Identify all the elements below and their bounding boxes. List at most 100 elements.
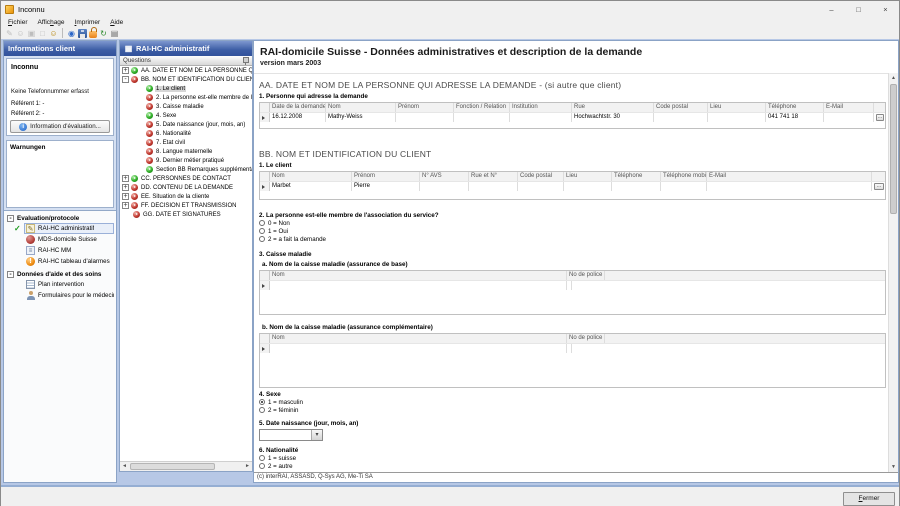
save-icon[interactable] [78,29,87,38]
grid-cell[interactable] [824,113,874,122]
copy-icon[interactable]: ▣ [27,29,36,38]
restore-button[interactable]: □ [845,1,872,17]
menu-affichage[interactable]: Affichage [33,19,70,26]
grid-cell[interactable] [564,182,612,191]
tree-item[interactable]: +EE. Situation de la cliente [120,192,252,201]
radio-icon[interactable] [259,236,265,242]
nav-item-body[interactable]: MDS-domicile Suisse [24,235,116,244]
nav-group-header[interactable]: -Données d'aide et des soins [4,267,116,279]
radio-icon[interactable] [259,228,265,234]
vertical-scrollbar[interactable]: ▲ ▼ [888,73,898,472]
close-button[interactable]: × [872,1,899,17]
grid-cell[interactable]: 041 741 18 [766,113,824,122]
horizontal-scrollbar[interactable]: ◄ ► [120,461,252,471]
tree-item[interactable]: GG. DATE ET SIGNATURES [120,210,252,219]
grid-cell[interactable]: Marbet [270,182,352,191]
dropdown-arrow-icon[interactable]: ▾ [311,430,322,440]
tree-item[interactable]: +DD. CONTENU DE LA DEMANDE [120,183,252,192]
row-selector[interactable] [260,281,270,290]
menu-imprimer[interactable]: Imprimer [70,19,106,26]
tree-item[interactable]: +FF. DECISION ET TRANSMISSION [120,201,252,210]
tree-item[interactable]: 3. Caisse maladie [120,102,252,111]
tree-item[interactable]: 8. Langue maternelle [120,147,252,156]
menu-fichier[interactable]: Fichier [3,19,33,26]
print-preview-icon[interactable]: ▤ [110,29,119,38]
row-selector[interactable] [260,113,270,122]
collapse-icon[interactable]: - [7,215,14,222]
pin-icon[interactable] [242,57,249,65]
nav-item-body[interactable]: ≡RAI-HC MM [24,246,116,255]
nav-item-body[interactable]: ✎RAI-HC administratif [24,223,114,234]
table-row[interactable] [260,280,885,290]
radio-option[interactable]: 1 = suisse [259,454,886,462]
table-row[interactable]: 16.12.2008Mathy-Weiss Hochwachtstr. 30 041… [260,112,885,122]
radio-option[interactable]: 2 = autre [259,462,886,470]
grid-cell[interactable] [518,182,564,191]
row-selector[interactable] [260,344,270,353]
grid-cell[interactable] [469,182,518,191]
edit-icon[interactable]: ✎ [5,29,14,38]
menu-aide[interactable]: Aide [105,19,128,26]
date-naissance-combobox[interactable]: ▾ [259,429,323,441]
scroll-right-button[interactable]: ► [243,462,252,471]
minimize-button[interactable]: – [818,1,845,17]
nav-item-body[interactable]: Plan intervention [24,280,116,289]
grid-cell[interactable] [612,182,661,191]
grid-cell[interactable] [707,182,872,191]
radio-option[interactable]: 2 = féminin [259,406,886,414]
contact-icon[interactable]: ☺ [16,29,25,38]
radio-option[interactable]: 0 = Non [259,219,886,227]
scroll-up-button[interactable]: ▲ [889,73,898,83]
lock-icon[interactable] [89,31,97,38]
row-more-button[interactable]: ... [876,114,884,121]
radio-icon[interactable] [259,463,265,469]
table-row[interactable] [260,343,885,353]
table-row[interactable]: MarbetPierre... [260,181,885,191]
tree-item[interactable]: Section BB Remarques supplémentaires [120,165,252,174]
radio-option[interactable]: 1 = masculin [259,398,886,406]
grid-cell[interactable] [454,113,510,122]
scroll-down-button[interactable]: ▼ [889,462,898,472]
row-more-button[interactable]: ... [874,183,884,190]
expand-icon[interactable]: + [122,202,129,209]
grid-cell[interactable]: Mathy-Weiss [326,113,396,122]
tree-item[interactable]: 9. Dernier métier pratiqué [120,156,252,165]
user-edit-icon[interactable]: ☺ [49,29,58,38]
nav-item-mds-domicile-suisse[interactable]: MDS-domicile Suisse [4,234,116,245]
collapse-icon[interactable]: - [122,76,129,83]
collapse-icon[interactable]: - [7,271,14,278]
grid-cell[interactable] [396,113,454,122]
expand-icon[interactable]: + [122,193,129,200]
grid-cell[interactable] [510,113,572,122]
tree-item[interactable]: -BB. NOM ET IDENTIFICATION DU CLIENT [120,75,252,84]
tree-item[interactable]: 6. Nationalité [120,129,252,138]
combobox-value[interactable] [260,430,311,440]
evaluation-info-button[interactable]: Information d'évaluation... [10,120,110,133]
grid-cell[interactable] [661,182,707,191]
window-icon[interactable]: □ [38,29,47,38]
refresh-icon[interactable]: ↻ [99,29,108,38]
row-selector[interactable] [260,182,270,191]
grid-cell[interactable] [420,182,469,191]
h-scrollbar-thumb[interactable] [130,463,215,470]
grid-cell[interactable] [708,113,766,122]
grid-cell[interactable]: Pierre [352,182,420,191]
radio-option[interactable]: 2 = a fait la demande [259,235,886,243]
close-form-button[interactable]: Fermer [843,492,895,506]
nav-item-rai-hc-tableau-d-alarmes[interactable]: !RAI-HC tableau d'alarmes [4,256,116,267]
radio-checked-icon[interactable] [259,399,265,405]
grid-cell[interactable] [654,113,708,122]
grid-cell[interactable]: 16.12.2008 [270,113,326,122]
compass-icon[interactable]: ◉ [67,29,76,38]
nav-item-body[interactable]: Formulaires pour le médecin [24,291,116,300]
v-scrollbar-thumb[interactable] [890,84,897,214]
tree-item[interactable]: 2. La personne est-elle membre de l'asso… [120,93,252,102]
expand-icon[interactable]: + [122,184,129,191]
expand-icon[interactable]: + [122,175,129,182]
radio-icon[interactable] [259,455,265,461]
nav-item-rai-hc-mm[interactable]: ≡RAI-HC MM [4,245,116,256]
grid-cell[interactable] [270,281,567,290]
radio-icon[interactable] [259,407,265,413]
grid-cell[interactable]: Hochwachtstr. 30 [572,113,654,122]
nav-item-body[interactable]: !RAI-HC tableau d'alarmes [24,257,116,266]
